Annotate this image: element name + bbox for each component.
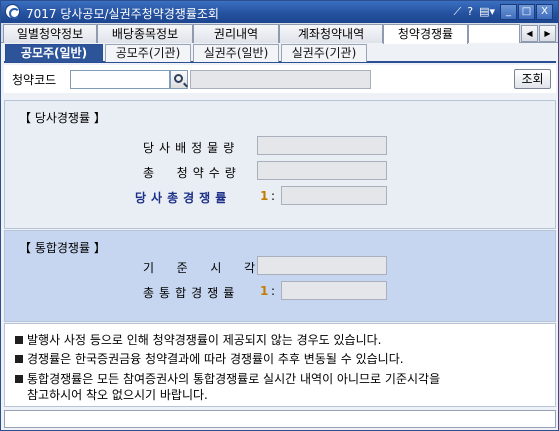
reference-time-label: 기 준 시 각 (143, 261, 261, 275)
menu-icon[interactable]: ▤▾ (479, 4, 495, 20)
allocated-volume-label: 당사배정물량 (143, 141, 240, 155)
minimize-button[interactable]: _ (500, 4, 517, 20)
help-icon[interactable]: ? (467, 4, 473, 20)
app-window: 7017 당사공모/실권주청약경쟁률조회 ⟋ ? ▤▾ _ □ X 일별청약정보… (0, 0, 559, 431)
notice-item: 통합경쟁률은 모든 참여증권사의 통합경쟁률로 실시간 내역이 아니므로 기준시… (15, 372, 515, 387)
query-button[interactable]: 조회 (514, 69, 551, 89)
tab-overflow-area (468, 24, 520, 43)
subtab-rights-institutional[interactable]: 실권주(기관) (281, 44, 367, 62)
subtab-rights-retail[interactable]: 실권주(일반) (193, 44, 279, 62)
integrated-ratio-prefix: 1 (260, 284, 269, 298)
window-title: 7017 당사공모/실권주청약경쟁률조회 (26, 7, 219, 21)
integrated-ratio-colon: : (271, 284, 276, 298)
tab-dividend-stock[interactable]: 배당종목정보 (97, 24, 193, 43)
search-button[interactable] (170, 70, 188, 89)
notice-item: 발행사 사정 등으로 인해 청약경쟁률이 제공되지 않는 경우도 있습니다. (15, 333, 515, 348)
notice-item: 경쟁률은 한국증권금융 청약결과에 따라 경쟁률이 추후 변동될 수 있습니다. (15, 352, 515, 367)
company-ratio-panel: 【 당사경쟁률 】 당사배정물량 총 청약수량 당사총경쟁률 1 : (4, 100, 556, 229)
company-ratio-header: 【 당사경쟁률 】 (19, 111, 106, 125)
title-toolbar: ⟋ ? ▤▾ (454, 4, 495, 20)
pin-icon[interactable]: ⟋ (454, 4, 462, 20)
notice-item-continuation: 참고하시어 착오 없으시기 바랍니다. (27, 388, 208, 402)
integrated-total-ratio-field (281, 281, 387, 300)
subtab-ipo-retail[interactable]: 공모주(일반) (5, 44, 103, 62)
notice-box: 발행사 사정 등으로 인해 청약경쟁률이 제공되지 않는 경우도 있습니다. 경… (4, 323, 556, 407)
close-button[interactable]: X (536, 4, 553, 20)
main-tab-bar: 일별청약정보 배당종목정보 권리내역 계좌청약내역 청약경쟁률 ◀ ▶ (1, 23, 558, 44)
tab-competition-ratio[interactable]: 청약경쟁률 (383, 24, 468, 44)
tab-rights-history[interactable]: 권리내역 (193, 24, 279, 43)
integrated-ratio-header: 【 통합경쟁률 】 (19, 241, 106, 255)
total-subscription-field (257, 161, 387, 180)
title-bar[interactable]: 7017 당사공모/실권주청약경쟁률조회 ⟋ ? ▤▾ _ □ X (1, 1, 558, 23)
subscription-code-label: 청약코드 (12, 73, 57, 87)
tab-daily-subscription[interactable]: 일별청약정보 (3, 24, 97, 43)
app-logo-icon (5, 4, 20, 19)
total-subscription-label: 총 청약수량 (143, 166, 241, 180)
company-total-ratio-label: 당사총경쟁률 (135, 191, 232, 205)
bullet-icon (15, 375, 23, 383)
company-ratio-prefix: 1 (260, 189, 269, 203)
search-row: 청약코드 조회 (4, 65, 556, 93)
company-ratio-colon: : (271, 189, 276, 203)
allocated-volume-field (257, 136, 387, 155)
company-total-ratio-field (281, 186, 387, 205)
status-bar (4, 410, 556, 428)
tab-scroll-left-icon[interactable]: ◀ (521, 25, 538, 42)
tab-account-subscription[interactable]: 계좌청약내역 (279, 24, 383, 43)
search-icon (174, 74, 183, 83)
integrated-ratio-panel: 【 통합경쟁률 】 기 준 시 각 총통합경쟁률 1 : (4, 230, 556, 322)
sub-tab-bar: 공모주(일반) 공모주(기관) 실권주(일반) 실권주(기관) (4, 44, 556, 63)
stock-name-field (190, 70, 371, 89)
subscription-code-input[interactable] (70, 70, 170, 89)
integrated-total-ratio-label: 총통합경쟁률 (143, 286, 240, 300)
subtab-ipo-institutional[interactable]: 공모주(기관) (105, 44, 191, 62)
tab-scroll-right-icon[interactable]: ▶ (539, 25, 556, 42)
bullet-icon (15, 355, 23, 363)
bullet-icon (15, 336, 23, 344)
maximize-button[interactable]: □ (518, 4, 535, 20)
reference-time-field (257, 256, 387, 275)
